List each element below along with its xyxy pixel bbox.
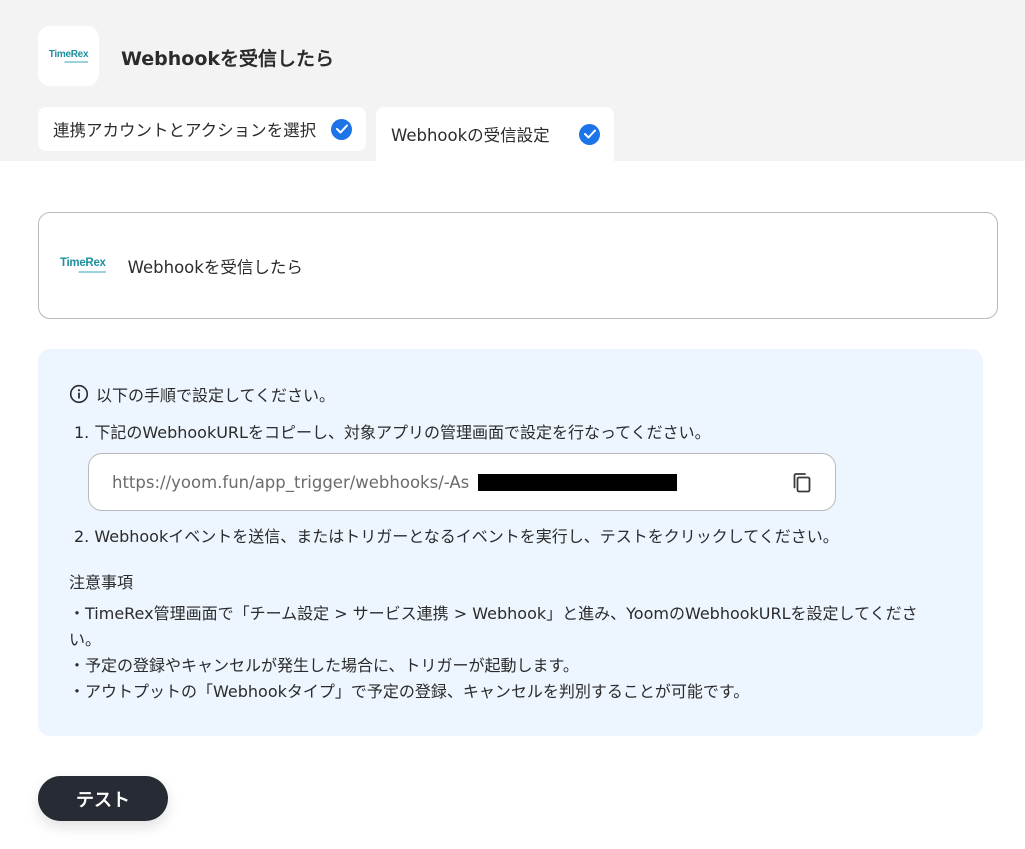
logo-underline: [60, 270, 106, 273]
check-icon: [331, 118, 352, 140]
test-button[interactable]: テスト: [38, 776, 168, 821]
info-icon: [69, 384, 89, 404]
logo-text: TimeRex: [60, 257, 106, 270]
instructions-panel: 以下の手順で設定してください。 1. 下記のWebhookURLをコピーし、対象…: [38, 349, 983, 736]
tab-label: Webhookの受信設定: [391, 126, 550, 145]
heading-text: 以下の手順で設定してください。: [96, 386, 336, 405]
webhook-url-field[interactable]: https://yoom.fun/app_trigger/webhooks/-A…: [88, 453, 836, 511]
note-item: ・TimeRex管理画面で「チーム設定 > サービス連携 > Webhook」と…: [69, 604, 918, 649]
logo-text: TimeRex: [48, 48, 89, 60]
action-label: Webhookを受信したら: [127, 257, 303, 277]
step-1-text: 1. 下記のWebhookURLをコピーし、対象アプリの管理画面で設定を行なって…: [74, 423, 711, 442]
tab-select-account-action[interactable]: 連携アカウントとアクションを選択: [38, 107, 366, 151]
logo-underline: [48, 60, 89, 63]
redaction-bar: [478, 474, 677, 491]
notes-list: ・TimeRex管理画面で「チーム設定 > サービス連携 > Webhook」と…: [69, 601, 949, 705]
notes-title: 注意事項: [69, 573, 134, 592]
tab-label: 連携アカウントとアクションを選択: [53, 121, 317, 140]
check-icon: [579, 123, 600, 145]
app-logo: TimeRex: [38, 26, 99, 86]
note-item: ・予定の登録やキャンセルが発生した場合に、トリガーが起動します。: [69, 656, 579, 675]
trigger-action-card: TimeRex Webhookを受信したら: [38, 212, 998, 319]
copy-icon[interactable]: [789, 470, 815, 496]
instructions-heading: 以下の手順で設定してください。: [69, 382, 335, 406]
step-2-text: 2. Webhookイベントを送信、またはトリガーとなるイベントを実行し、テスト…: [74, 527, 839, 546]
tab-webhook-settings[interactable]: Webhookの受信設定: [376, 107, 614, 161]
timerex-logo: TimeRex: [60, 258, 106, 273]
webhook-url[interactable]: https://yoom.fun/app_trigger/webhooks/-A…: [112, 473, 469, 492]
note-item: ・アウトプットの「Webhookタイプ」で予定の登録、キャンセルを判別することが…: [69, 682, 750, 701]
timerex-logo: TimeRex: [48, 48, 89, 63]
page-title: Webhookを受信したら: [121, 48, 335, 70]
